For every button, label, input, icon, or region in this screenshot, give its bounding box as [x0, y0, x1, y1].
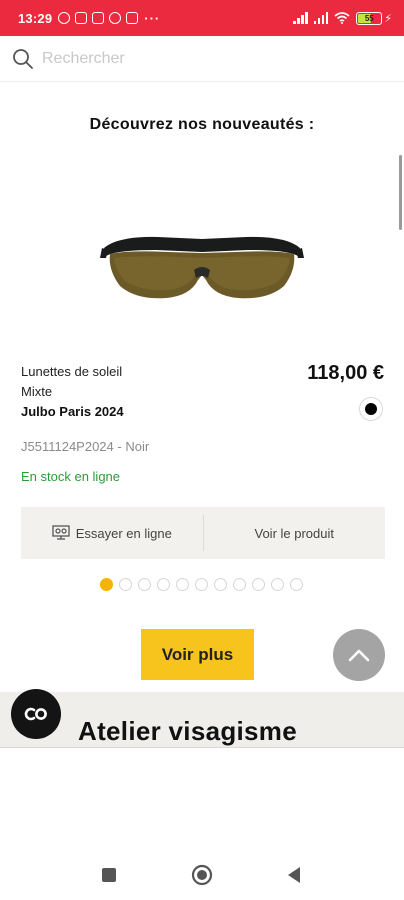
- alarm-icon: [58, 12, 71, 24]
- status-time: 13:29: [18, 10, 53, 26]
- product-name[interactable]: Julbo Paris 2024: [21, 404, 124, 419]
- scroll-to-top-button[interactable]: [333, 629, 385, 681]
- pager-dot[interactable]: [232, 578, 246, 591]
- page-scrollbar[interactable]: [399, 155, 402, 230]
- home-button[interactable]: [191, 864, 213, 886]
- product-price: 118,00 €: [307, 362, 384, 384]
- carousel-pager: [0, 578, 404, 591]
- signal-icon: [293, 12, 308, 24]
- facebook-icon: [109, 12, 122, 24]
- signal-icon: [313, 12, 329, 24]
- product-reference: J5511124P2024 - Noir: [21, 439, 150, 454]
- section-heading: Découvrez nos nouveautés :: [89, 116, 315, 133]
- wifi-icon: [334, 12, 350, 24]
- color-swatch-dot: [365, 403, 377, 415]
- view-product-label: Voir le produit: [254, 525, 335, 541]
- atelier-section: Atelier visagisme: [0, 692, 404, 748]
- more-notifications-indicator: ···: [144, 10, 161, 26]
- pager-dot[interactable]: [156, 578, 170, 591]
- battery-icon: 55 ⚡: [356, 11, 392, 25]
- search-input[interactable]: [42, 49, 342, 68]
- pager-dot[interactable]: [194, 578, 208, 591]
- status-bar: 13:29 ··· 55 ⚡: [0, 0, 404, 36]
- try-online-label: Essayer en ligne: [75, 525, 172, 541]
- photo-icon: [92, 12, 105, 24]
- status-right: 55 ⚡: [293, 11, 392, 25]
- search-bar: [0, 36, 404, 82]
- search-icon[interactable]: [12, 48, 34, 70]
- home-circle-icon: [191, 864, 213, 886]
- gmail-icon: [126, 12, 139, 24]
- gallery-icon: [75, 12, 88, 24]
- app-screen: 13:29 ··· 55 ⚡ Rechercher Découvrez nos …: [0, 0, 404, 900]
- square-icon: [102, 868, 116, 882]
- atelier-title: Atelier visagisme: [78, 716, 297, 746]
- pager-dot[interactable]: [118, 578, 132, 591]
- section-divider: [0, 747, 404, 748]
- battery-level: 55: [364, 13, 374, 23]
- chat-logo-icon: [24, 707, 47, 721]
- try-online-button[interactable]: Essayer en ligne: [21, 507, 203, 559]
- product-gender: Mixte: [21, 384, 53, 399]
- chat-button[interactable]: [11, 689, 61, 739]
- product-category: Lunettes de soleil: [21, 364, 123, 379]
- charging-icon: ⚡: [384, 12, 392, 25]
- notification-icons: [58, 12, 139, 24]
- pager-dot[interactable]: [99, 578, 113, 591]
- pager-dot[interactable]: [251, 578, 265, 591]
- pager-dot[interactable]: [213, 578, 227, 591]
- color-swatch[interactable]: [359, 397, 383, 421]
- system-nav-bar: [0, 850, 404, 900]
- voir-plus-button[interactable]: Voir plus: [141, 629, 254, 680]
- chevron-up-icon: [348, 649, 370, 662]
- recents-button[interactable]: [101, 867, 117, 883]
- view-product-button[interactable]: Voir le produit: [204, 507, 386, 559]
- pager-dot[interactable]: [270, 578, 284, 591]
- pager-dot[interactable]: [289, 578, 303, 591]
- back-triangle-icon: [288, 867, 300, 883]
- back-button[interactable]: [286, 866, 302, 884]
- virtual-try-on-icon: [52, 525, 70, 540]
- product-actions: Essayer en ligne Voir le produit: [21, 507, 385, 559]
- pager-dot[interactable]: [175, 578, 189, 591]
- product-image[interactable]: [98, 228, 306, 308]
- pager-dot[interactable]: [137, 578, 151, 591]
- stock-status: En stock en ligne: [21, 469, 121, 484]
